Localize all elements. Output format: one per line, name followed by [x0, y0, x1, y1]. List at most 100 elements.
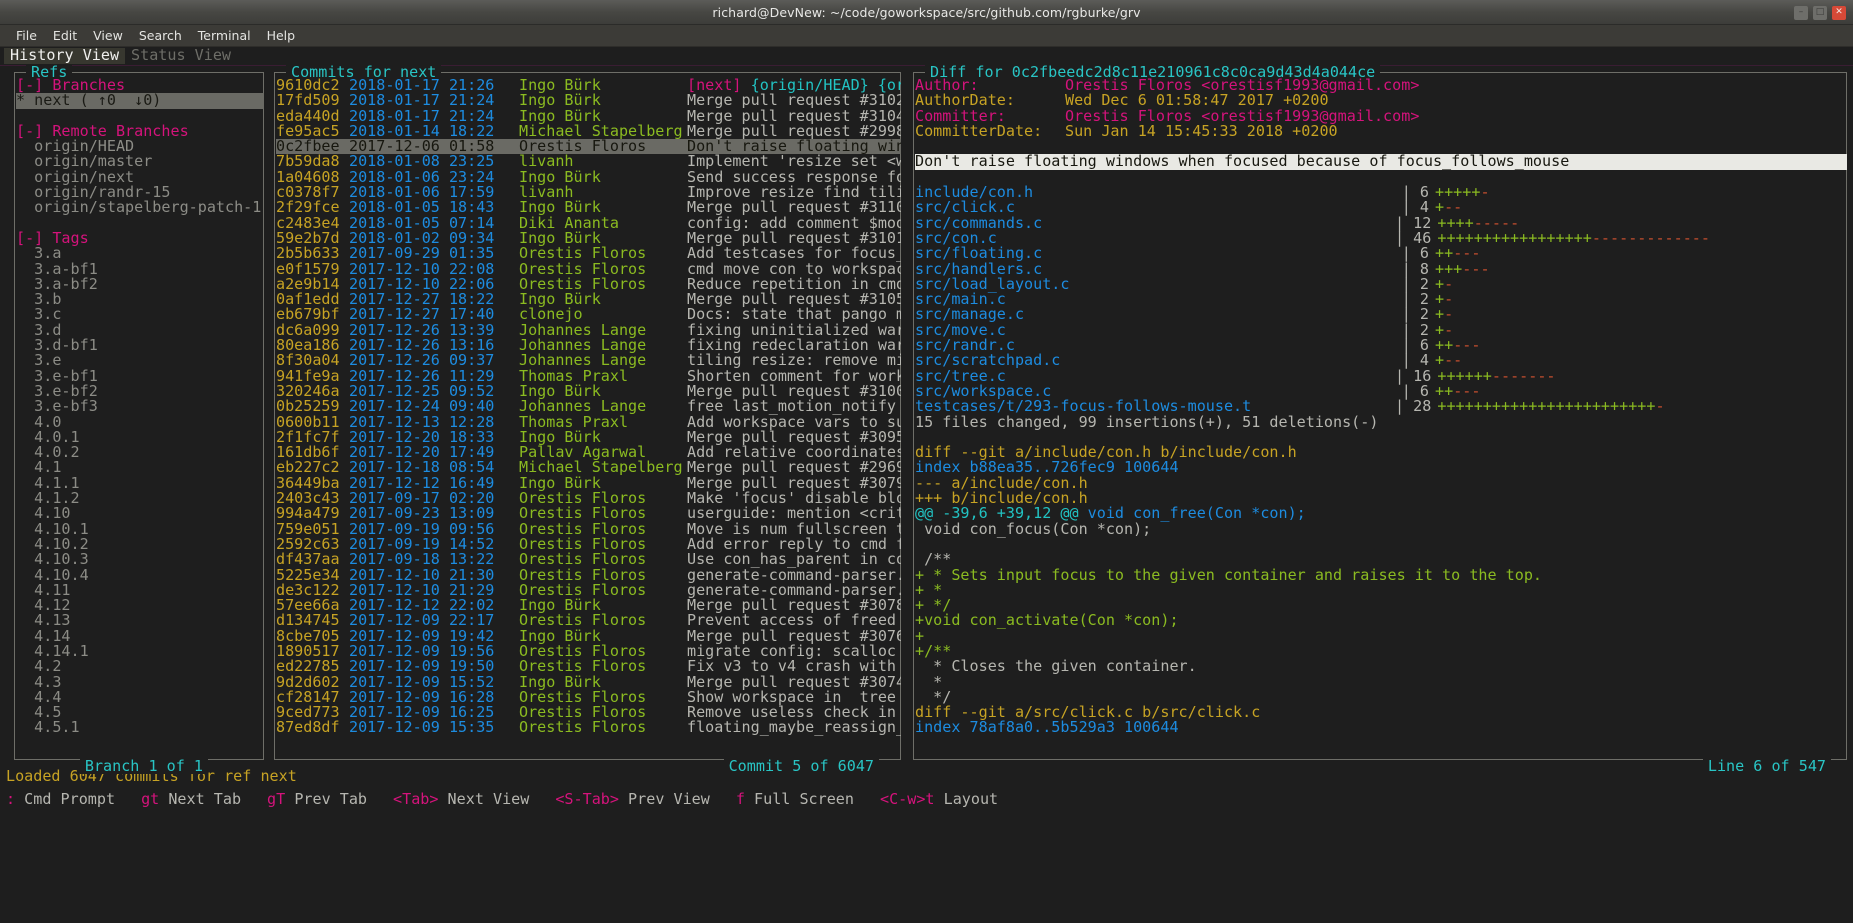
diff-line: + * Sets input focus to the given contai… — [915, 565, 1543, 584]
diff-filestat-deletions: - — [1480, 183, 1490, 202]
commit-message: Improve resize_find_tiling_participant — [687, 185, 901, 201]
diff-filestat-row[interactable]: src/main.c | 2 +- — [915, 291, 1847, 307]
help-entry[interactable]: <S-Tab> Prev View — [555, 787, 710, 811]
close-button[interactable]: ✕ — [1832, 5, 1846, 20]
menu-item-search[interactable]: Search — [131, 26, 190, 45]
refs-row[interactable]: origin/stapelberg-patch-1 — [16, 200, 264, 216]
commit-message: Prevent access of freed workspace in _ — [687, 613, 897, 629]
refs-list[interactable]: [-] Branches * next ( ↑0 ↓0) [-] Remote Br… — [16, 78, 264, 756]
menu-item-terminal[interactable]: Terminal — [190, 26, 259, 45]
commit-message: free last_motion_notify before returni — [687, 399, 897, 415]
terminal-surface: History View Status View Refs [-] Branche… — [0, 47, 1853, 923]
commit-author: Orestis Floros — [519, 261, 647, 277]
diff-meta-row: Author: Orestis Floros <orestisf1993@gmai… — [915, 78, 1847, 93]
help-label: Cmd Prompt — [15, 790, 116, 808]
commit-message: Merge pull request #3110 from DikiCook — [687, 200, 901, 216]
commit-message: migrate_config: scalloc converted conf — [687, 643, 897, 660]
help-entry[interactable]: <Tab> Next View — [393, 787, 529, 811]
commit-message: Merge pull request #3078 from orestisf — [687, 598, 901, 614]
commit-author: Ingo Bürk — [519, 78, 601, 94]
maximize-button[interactable]: □ — [1813, 5, 1827, 20]
commit-message: Make 'focus' disable blocking fullscre — [687, 491, 901, 507]
commit-ref-branch: [next] — [687, 78, 751, 94]
menu-item-help[interactable]: Help — [259, 26, 304, 45]
commit-author: Michael Stapelberg — [519, 460, 683, 476]
refs-panel-footer: Branch 1 of 1 — [79, 758, 208, 774]
window-title: richard@DevNew: ~/code/goworkspace/src/g… — [712, 4, 1141, 20]
commit-author: Ingo Bürk — [519, 429, 601, 446]
commit-author: Orestis Floros — [519, 491, 647, 507]
commit-author: Ingo Bürk — [519, 628, 601, 644]
help-entry[interactable]: f Full Screen — [736, 787, 854, 811]
diff-line: + * — [915, 580, 943, 599]
help-entry[interactable]: gt Next Tab — [141, 787, 241, 811]
commit-message: Add testcases for focus_follows_mouse — [687, 246, 901, 262]
diff-summary: 15 files changed, 99 insertions(+), 51 d… — [915, 412, 1379, 431]
refs-row-selected[interactable]: * next ( ↑0 ↓0) — [16, 92, 264, 109]
commits-list[interactable]: 9610dc2 2018-01-17 21:26 Ingo Bürk [next] {… — [276, 78, 901, 756]
diff-filestat-bar: ++++++++++++++++++++++++- — [1437, 399, 1664, 414]
commit-message: Docs: state that pango markup requires — [687, 307, 901, 323]
commit-author: Johannes Lange — [519, 322, 647, 339]
help-key: <S-Tab> — [555, 790, 619, 808]
commit-author: Ingo Bürk — [519, 169, 601, 186]
table-row[interactable]: 87ed8df 2017-12-09 15:35 Orestis Floros flo… — [276, 718, 901, 737]
commit-message: Merge pull request #3074 from orestisf — [687, 674, 901, 690]
refs-row[interactable]: 4.5.1 — [16, 720, 264, 736]
diff-meta-value: Sun Jan 14 15:45:33 2018 +0200 — [1065, 121, 1338, 140]
diff-filestat-row[interactable]: src/move.c | 2 +- — [915, 322, 1847, 338]
diff-filestat-row[interactable]: include/con.h | 6 +++++- — [915, 183, 1847, 202]
help-entry[interactable]: <C-w>t Layout — [880, 787, 998, 811]
diff-filestat-deletions: - — [1655, 397, 1665, 416]
diff-meta-row: Committer: Orestis Floros <orestisf1993@g… — [915, 108, 1847, 124]
help-label: Full Screen — [744, 790, 854, 808]
menu-item-view[interactable]: View — [85, 26, 131, 45]
menu-item-edit[interactable]: Edit — [45, 26, 85, 45]
commit-message: Merge pull request #3076 from orestisf — [687, 628, 901, 644]
help-key: <C-w>t — [879, 790, 935, 808]
commit-author: Orestis Floros — [519, 582, 647, 599]
diff-subject: Don't raise floating windows when focuse… — [915, 154, 1847, 170]
diff-filestat-row[interactable]: src/manage.c | 2 +- — [915, 307, 1847, 323]
commit-message: fixing redeclaration warnings in testc — [687, 338, 901, 354]
diff-subject-text: Don't raise floating windows when focuse… — [915, 154, 1847, 170]
commit-author: clonejo — [519, 307, 583, 323]
help-entry[interactable]: gT Prev Tab — [267, 787, 367, 811]
commit-message: Merge pull request #3101 from tpraxl/f — [687, 230, 901, 247]
help-bar: : Cmd Prompt gt Next Tab gT Prev Tab <Tab> … — [0, 787, 1853, 811]
help-label: Next Tab — [159, 790, 242, 808]
diff-line: +void con_activate(Con *con); — [915, 611, 1179, 630]
diff-filestat-row[interactable]: src/click.c | 4 +-- — [915, 200, 1847, 216]
minimize-button[interactable]: – — [1794, 5, 1808, 20]
commit-author: Thomas Praxl — [519, 368, 629, 384]
commit-message: Merge pull request #3079 from orestisf — [687, 475, 901, 492]
diff-content[interactable]: Author: Orestis Floros <orestisf1993@gmai… — [915, 78, 1847, 756]
commit-hash: 87ed8df — [276, 718, 340, 737]
menu-item-file[interactable]: File — [8, 26, 45, 45]
commit-message: Remove useless check in _tree_next — [687, 705, 897, 721]
refs-panel[interactable]: Refs [-] Branches * next ( ↑0 ↓0) [-] Remo… — [0, 64, 268, 774]
diff-filestat-row[interactable]: src/tree.c | 16 ++++++------- — [915, 368, 1847, 384]
commit-message: Merge pull request #2998 from orestisf — [687, 123, 901, 140]
commit-message: fixing uninitialized warnings in testc — [687, 322, 901, 339]
diff-filestat-row[interactable]: src/con.c | 46 +++++++++++++++++----------… — [915, 230, 1847, 246]
diff-filestat-row[interactable]: src/load_layout.c | 2 +- — [915, 276, 1847, 292]
diff-filestat-row[interactable]: src/scratchpad.c | 4 +-- — [915, 353, 1847, 369]
tab-history-view[interactable]: History View — [4, 48, 126, 64]
diff-panel[interactable]: Diff for 0c2fbeedc2d8c11e210961c8c0ca9d4… — [905, 64, 1853, 774]
commit-message: generate-command-parser.pl: remove tra — [687, 567, 901, 583]
commit-message: Merge pull request #3104 from jolange/ — [687, 108, 901, 124]
diff-filestat-row[interactable]: src/floating.c | 6 ++--- — [915, 245, 1847, 261]
commit-message: userguide: mention <criteria> in focus — [687, 506, 901, 522]
refs-row[interactable]: * next ( ↑0 ↓0) — [16, 92, 264, 109]
tab-status-view[interactable]: Status View — [125, 48, 237, 64]
commit-date: 2017-12-09 15:35 — [349, 718, 495, 737]
help-key: gt — [141, 790, 160, 808]
commit-message: Reduce repetition in cmd_move_con_to_w — [687, 276, 901, 293]
help-entry[interactable]: : Cmd Prompt — [6, 787, 115, 811]
commit-author: Ingo Bürk — [519, 292, 601, 308]
commits-panel[interactable]: Commits for next 9610dc2 2018-01-17 21:26… — [268, 64, 905, 774]
commit-author: Orestis Floros — [519, 139, 647, 155]
commit-author: Ingo Bürk — [519, 475, 601, 492]
commit-message: Fix v3 to v4 crash with a variable wit — [687, 659, 897, 675]
